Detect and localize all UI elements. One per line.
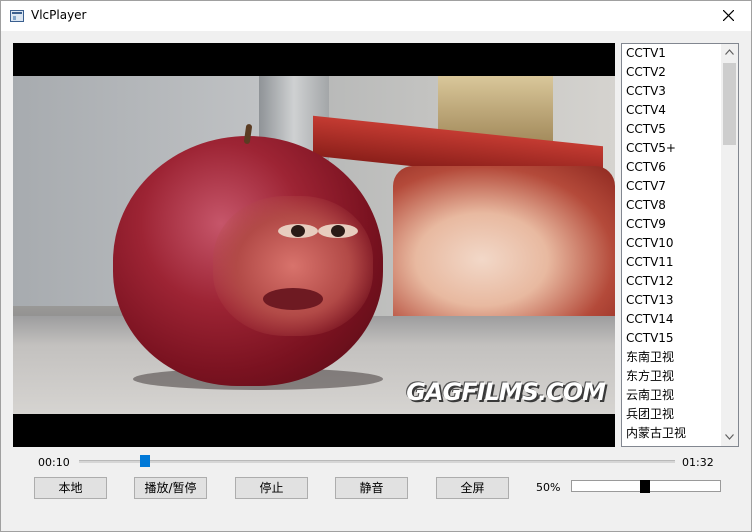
channel-items: CCTV1 CCTV2 CCTV3 CCTV4 CCTV5 CCTV5+ CCTV6 CCTV… [622,44,722,443]
channel-list[interactable]: CCTV1 CCTV2 CCTV3 CCTV4 CCTV5 CCTV5+ CCTV6 CCTV… [621,43,739,447]
current-time: 00:10 [38,456,70,469]
channel-item[interactable]: CCTV15 [622,329,722,348]
scroll-down-button[interactable] [721,429,738,446]
channel-item[interactable]: 内蒙古卫视 [622,424,722,443]
chevron-down-icon [725,434,734,440]
channel-item[interactable]: 东方卫视 [622,367,722,386]
close-button[interactable] [706,1,751,31]
local-file-button[interactable]: 本地 [34,477,107,499]
app-icon [10,10,24,22]
channel-item[interactable]: CCTV12 [622,272,722,291]
main-window: VlcPlayer GAGFILMS.COM CCTV1 CCTV2 CCTV3… [0,0,752,532]
channel-item[interactable]: CCTV2 [622,63,722,82]
channel-item[interactable]: CCTV7 [622,177,722,196]
play-pause-button[interactable]: 播放/暂停 [134,477,207,499]
channel-list-scrollbar[interactable] [721,44,738,446]
channel-item[interactable]: CCTV1 [622,44,722,63]
seek-slider[interactable] [79,460,675,463]
video-display[interactable]: GAGFILMS.COM [13,43,615,447]
volume-handle[interactable] [640,480,650,493]
volume-label: 50% [536,481,561,494]
seek-handle[interactable] [139,455,150,467]
total-time: 01:32 [682,456,714,469]
video-frame: GAGFILMS.COM [13,76,615,414]
channel-item[interactable]: CCTV9 [622,215,722,234]
channel-item[interactable]: CCTV10 [622,234,722,253]
video-watermark: GAGFILMS.COM [406,378,606,406]
channel-item[interactable]: CCTV5 [622,120,722,139]
stop-button[interactable]: 停止 [235,477,308,499]
close-icon [723,10,734,21]
scroll-thumb[interactable] [723,63,736,145]
title-bar[interactable]: VlcPlayer [1,1,751,31]
channel-item[interactable]: CCTV13 [622,291,722,310]
channel-item[interactable]: 云南卫视 [622,386,722,405]
channel-item[interactable]: CCTV3 [622,82,722,101]
channel-item[interactable]: CCTV5+ [622,139,722,158]
scroll-up-button[interactable] [721,44,738,61]
channel-item[interactable]: 东南卫视 [622,348,722,367]
channel-item[interactable]: 兵团卫视 [622,405,722,424]
channel-item[interactable]: CCTV11 [622,253,722,272]
chevron-up-icon [725,49,734,55]
fullscreen-button[interactable]: 全屏 [436,477,509,499]
channel-item[interactable]: CCTV4 [622,101,722,120]
mute-button[interactable]: 静音 [335,477,408,499]
window-title: VlcPlayer [31,8,87,22]
channel-item[interactable]: CCTV6 [622,158,722,177]
channel-item[interactable]: CCTV14 [622,310,722,329]
channel-item[interactable]: CCTV8 [622,196,722,215]
